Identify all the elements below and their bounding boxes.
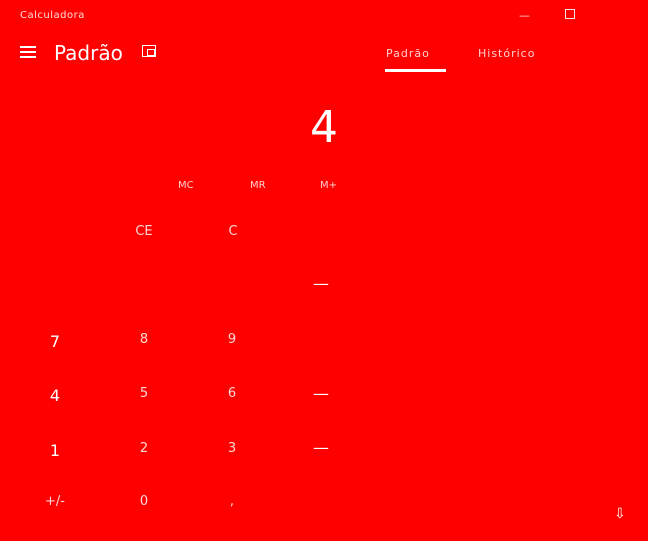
digit-3-button[interactable]: 3 <box>217 441 247 456</box>
memory-clear-button[interactable]: MC <box>178 180 194 191</box>
operator-button[interactable]: — <box>306 384 336 403</box>
decimal-button[interactable]: , <box>217 494 247 509</box>
digit-9-button[interactable]: 9 <box>217 332 247 347</box>
tab-history[interactable]: Histórico <box>478 47 535 60</box>
digit-0-button[interactable]: 0 <box>129 494 159 509</box>
sign-toggle-button[interactable]: +/- <box>40 494 70 509</box>
digit-5-button[interactable]: 5 <box>129 386 159 401</box>
mode-title: Padrão <box>54 41 123 65</box>
clear-history-icon[interactable]: ⇩ <box>614 506 626 522</box>
clear-button[interactable]: C <box>218 224 248 239</box>
maximize-button[interactable] <box>565 9 575 19</box>
active-tab-indicator <box>385 69 446 72</box>
operator-button[interactable]: — <box>306 274 336 293</box>
result-display: 4 <box>310 102 338 153</box>
memory-recall-button[interactable]: MR <box>250 180 266 191</box>
digit-8-button[interactable]: 8 <box>129 332 159 347</box>
keep-on-top-icon[interactable] <box>142 45 156 57</box>
menu-icon[interactable] <box>20 46 36 58</box>
minimize-button[interactable]: — <box>519 9 530 22</box>
digit-4-button[interactable]: 4 <box>40 386 70 405</box>
tab-standard[interactable]: Padrão <box>386 47 446 60</box>
operator-button[interactable]: — <box>306 438 336 457</box>
digit-1-button[interactable]: 1 <box>40 441 70 460</box>
window-title: Calculadora <box>20 10 85 21</box>
digit-2-button[interactable]: 2 <box>129 441 159 456</box>
digit-6-button[interactable]: 6 <box>217 386 247 401</box>
digit-7-button[interactable]: 7 <box>40 332 70 351</box>
memory-add-button[interactable]: M+ <box>320 180 337 191</box>
clear-entry-button[interactable]: CE <box>129 224 159 239</box>
